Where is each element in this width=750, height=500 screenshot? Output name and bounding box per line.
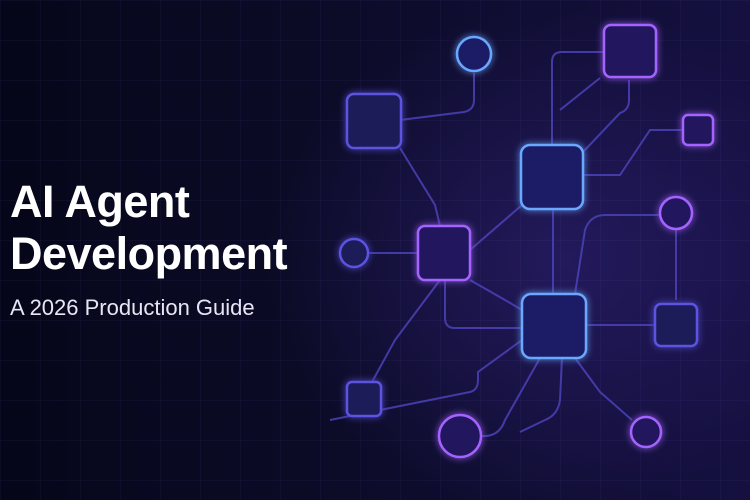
circle-node (455, 35, 493, 73)
connector-line (582, 80, 630, 153)
connector-line (469, 279, 523, 311)
square-node (345, 92, 403, 150)
square-node (653, 302, 699, 348)
hub-node (520, 292, 588, 360)
connector-line (551, 51, 604, 145)
circle-node (658, 195, 694, 231)
connector-line (371, 279, 441, 383)
connector-line (469, 204, 523, 251)
square-node (345, 380, 383, 418)
hub-node (519, 143, 585, 211)
node-group (338, 23, 715, 459)
connector-line (559, 77, 601, 111)
network-diagram (329, 23, 715, 459)
circle-node (629, 415, 663, 449)
square-node (602, 23, 658, 79)
circle-node (338, 237, 370, 269)
hero-banner: AI Agent Development A 2026 Production G… (0, 0, 750, 500)
connector-line (399, 147, 441, 227)
square-node (416, 224, 472, 282)
connector-line (480, 357, 541, 437)
connector-line (519, 357, 563, 433)
connector-line (399, 73, 475, 121)
connector-line (574, 357, 633, 421)
connector-line (574, 214, 660, 295)
circle-node (437, 413, 483, 459)
square-node (681, 113, 715, 147)
